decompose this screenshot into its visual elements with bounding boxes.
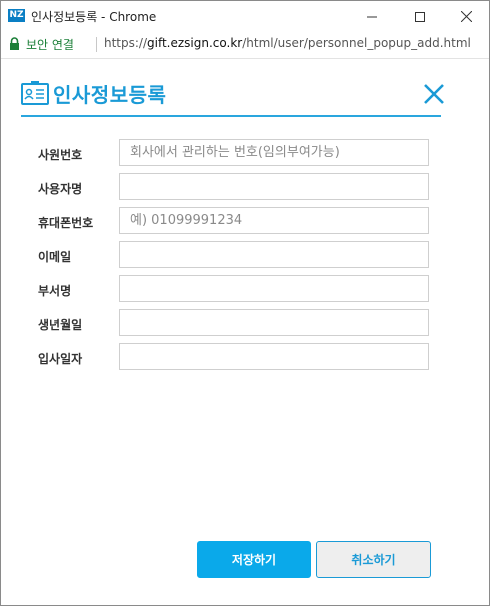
browser-popup-window: NZ 인사정보등록 - Chrome 보안 연결 https://gift.ez… [0,0,490,606]
secure-connection-label[interactable]: 보안 연결 [26,36,74,53]
title-divider [21,115,441,117]
window-close-button[interactable] [443,1,489,32]
birth-date-label: 생년월일 [38,318,83,332]
app-logo-icon: NZ [8,9,25,22]
email-input[interactable] [119,241,429,268]
url-host: gift.ezsign.co.kr [147,36,243,50]
birth-date-input[interactable] [119,309,429,336]
employee-number-label: 사원번호 [38,148,83,162]
user-name-label: 사용자명 [38,182,83,196]
form-row-email: 이메일 [1,241,489,271]
title-bar[interactable]: NZ 인사정보등록 - Chrome [1,1,489,32]
close-icon[interactable] [423,83,445,105]
url-text[interactable]: https://gift.ezsign.co.kr/html/user/pers… [104,36,471,50]
user-name-input[interactable] [119,173,429,200]
minimize-button[interactable] [349,1,395,32]
page-title: 인사정보등록 [53,83,167,107]
mobile-label: 휴대폰번호 [38,216,94,230]
address-bar[interactable]: 보안 연결 https://gift.ezsign.co.kr/html/use… [1,32,489,59]
form-row-user-name: 사용자명 [1,173,489,203]
lock-icon [10,37,19,50]
save-button[interactable]: 저장하기 [197,541,311,578]
id-card-icon [21,81,49,105]
popup-content: 인사정보등록 사원번호 사용자명 휴대폰번호 이메일 부서명 생년월일 [1,59,489,605]
window-title: 인사정보등록 - Chrome [31,10,157,24]
form-row-department: 부서명 [1,275,489,305]
employee-number-input[interactable] [119,139,429,166]
maximize-button[interactable] [397,1,443,32]
department-input[interactable] [119,275,429,302]
close-window-icon [460,11,472,22]
join-date-label: 입사일자 [38,352,83,366]
form-row-employee-number: 사원번호 [1,139,489,169]
url-path: /html/user/personnel_popup_add.html [242,36,471,50]
minimize-icon [367,16,377,17]
department-label: 부서명 [38,284,72,298]
maximize-icon [415,11,425,22]
cancel-button[interactable]: 취소하기 [316,541,431,578]
url-scheme: https:// [104,36,148,50]
address-divider [96,37,97,52]
form-row-join-date: 입사일자 [1,343,489,373]
form-row-mobile: 휴대폰번호 [1,207,489,237]
join-date-input[interactable] [119,343,429,370]
form-row-birth-date: 생년월일 [1,309,489,339]
email-label: 이메일 [38,250,72,264]
mobile-input[interactable] [119,207,429,234]
